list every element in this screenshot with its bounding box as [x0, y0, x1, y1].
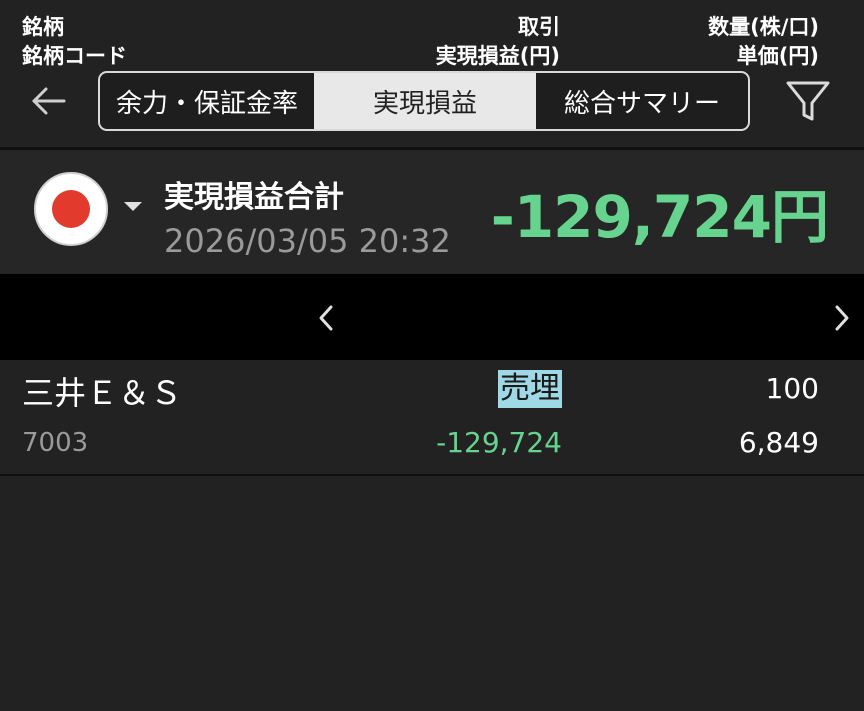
arrow-left-icon — [32, 87, 66, 115]
stock-name: 三井Ｅ＆Ｓ — [22, 374, 183, 412]
trade-type-badge: 売埋 — [498, 370, 562, 408]
scroll-left-button[interactable] — [314, 302, 338, 334]
table-header — [0, 274, 864, 360]
tab-margin-ratio[interactable]: 余力・保証金率 — [100, 73, 314, 129]
quantity-value: 100 — [765, 372, 819, 405]
summary-title: 実現損益合計 — [164, 180, 344, 215]
filter-button[interactable] — [782, 75, 834, 127]
summary-total: -129,724円 — [490, 183, 829, 251]
header-unit-price: 単価(円) — [736, 44, 819, 68]
realized-pl-value: -129,724 — [436, 426, 562, 459]
tab-realized-pl[interactable]: 実現損益 — [314, 73, 536, 129]
header-quantity: 数量(株/口) 単価(円) — [708, 13, 819, 71]
header-stock: 銘柄 銘柄コード — [22, 13, 127, 71]
chevron-right-icon — [835, 305, 849, 331]
stock-code: 7003 — [22, 428, 89, 458]
header-trade-type: 取引 — [518, 15, 560, 39]
scroll-right-button[interactable] — [830, 302, 854, 334]
unit-price-value: 6,849 — [738, 426, 819, 459]
header-quantity-label: 数量(株/口) — [708, 15, 819, 39]
chevron-down-icon[interactable] — [124, 202, 142, 211]
view-segmented-control: 余力・保証金率 実現損益 総合サマリー — [98, 71, 750, 131]
filter-icon — [786, 81, 830, 121]
summary-timestamp: 2026/03/05 20:32 — [164, 222, 451, 260]
header-stock-name: 銘柄 — [22, 15, 64, 39]
header-realized-pl: 実現損益(円) — [435, 44, 560, 68]
tab-overall-summary[interactable]: 総合サマリー — [536, 73, 748, 129]
header-stock-code: 銘柄コード — [22, 44, 127, 68]
header-trade: 取引 実現損益(円) — [436, 13, 560, 71]
realized-pl-screen: 余力・保証金率 実現損益 総合サマリー 実現損益合計 2026/03/05 20… — [0, 0, 864, 711]
empty-list-area — [0, 476, 864, 711]
back-button[interactable] — [28, 80, 70, 122]
flag-sun — [52, 190, 90, 228]
chevron-left-icon — [319, 305, 333, 331]
japan-flag-icon[interactable] — [34, 172, 108, 246]
